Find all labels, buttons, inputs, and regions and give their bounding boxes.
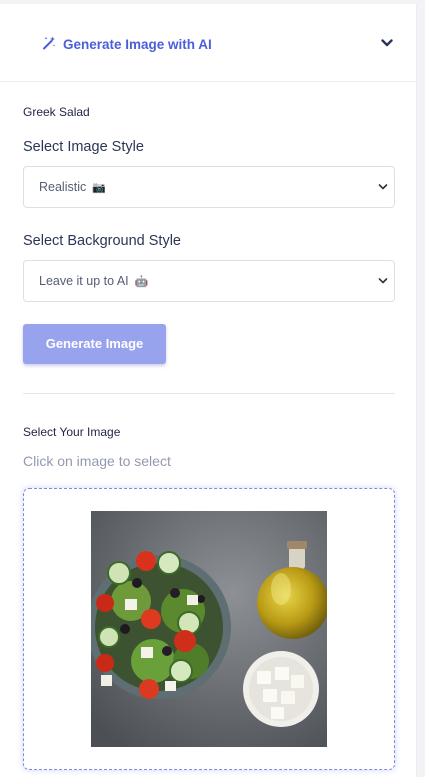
image-style-value: Realistic 📷 bbox=[39, 180, 106, 194]
magic-wand-icon bbox=[43, 36, 56, 50]
generate-image-button[interactable]: Generate Image bbox=[23, 324, 166, 364]
background-style-label: Select Background Style bbox=[23, 233, 181, 249]
select-image-title: Select Your Image bbox=[23, 425, 121, 439]
chevron-down-icon[interactable] bbox=[381, 38, 393, 48]
divider bbox=[23, 393, 395, 394]
background-style-select[interactable]: Leave it up to AI 🤖 bbox=[23, 260, 395, 302]
chevron-down-icon bbox=[378, 278, 388, 284]
background-style-value: Leave it up to AI 🤖 bbox=[39, 274, 149, 288]
select-image-hint: Click on image to select bbox=[23, 453, 171, 469]
image-select-box[interactable] bbox=[23, 488, 395, 770]
camera-icon: 📷 bbox=[92, 182, 106, 194]
accordion-header[interactable]: Generate Image with AI bbox=[0, 4, 417, 82]
product-name: Greek Salad bbox=[23, 105, 90, 119]
chevron-down-icon bbox=[378, 184, 388, 190]
image-style-label: Select Image Style bbox=[23, 139, 144, 155]
ai-image-panel: Generate Image with AI Greek Salad Selec… bbox=[0, 4, 417, 777]
header-title: Generate Image with AI bbox=[63, 37, 212, 52]
greek-salad-image[interactable] bbox=[91, 511, 327, 747]
robot-icon: 🤖 bbox=[134, 276, 149, 288]
image-style-select[interactable]: Realistic 📷 bbox=[23, 166, 395, 208]
